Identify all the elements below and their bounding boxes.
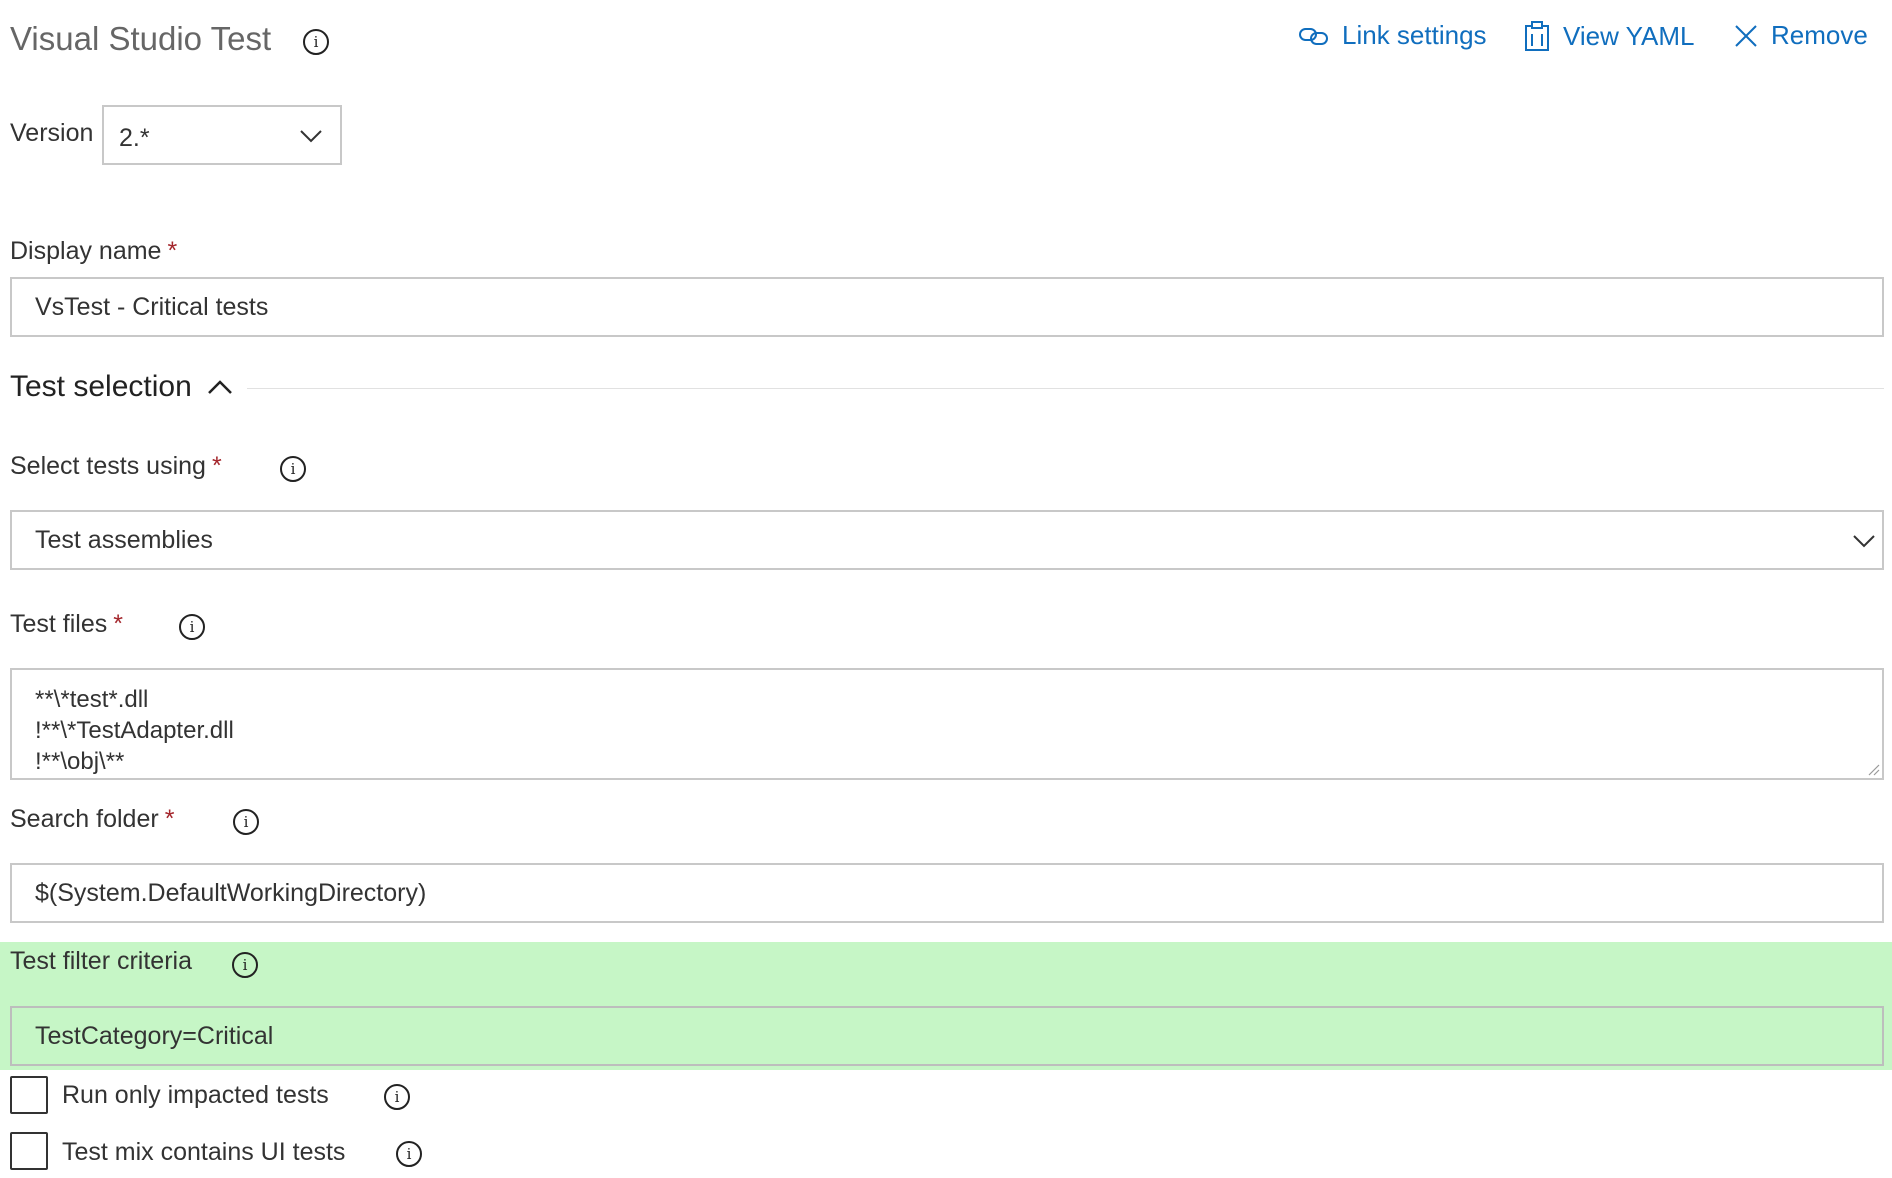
display-name-value: VsTest - Critical tests [35, 293, 269, 321]
select-tests-label-text: Select tests using [10, 452, 206, 480]
test-files-line: !**\obj\** [35, 748, 125, 775]
select-tests-dropdown[interactable]: Test assemblies [10, 510, 1884, 570]
section-title: Test selection [10, 370, 192, 403]
link-settings-button[interactable]: Link settings [1298, 20, 1487, 51]
search-folder-label: Search folder * [10, 805, 174, 834]
test-selection-header[interactable]: Test selection [10, 370, 233, 404]
chevron-up-icon [207, 380, 232, 394]
search-folder-label-text: Search folder [10, 805, 159, 833]
link-settings-label: Link settings [1342, 20, 1487, 50]
link-icon [1299, 27, 1328, 45]
search-folder-value: $(System.DefaultWorkingDirectory) [35, 879, 427, 907]
required-asterisk: * [164, 805, 175, 833]
filter-input[interactable]: TestCategory=Critical [10, 1006, 1884, 1066]
display-name-input[interactable]: VsTest - Critical tests [10, 277, 1884, 337]
title-info-icon[interactable]: i [303, 29, 329, 55]
required-asterisk: * [167, 237, 178, 265]
version-dropdown[interactable]: 2.* [102, 105, 342, 165]
ui-tests-info-icon[interactable]: i [396, 1141, 422, 1167]
run-impacted-info-icon[interactable]: i [384, 1084, 410, 1110]
run-impacted-checkbox[interactable] [10, 1076, 48, 1114]
filter-info-icon[interactable]: i [232, 952, 258, 978]
test-files-label: Test files * [10, 610, 123, 639]
test-files-textarea[interactable]: **\*test*.dll !**\*TestAdapter.dll !**\o… [10, 668, 1884, 780]
remove-label: Remove [1771, 20, 1868, 50]
run-impacted-label[interactable]: Run only impacted tests [62, 1081, 329, 1110]
required-asterisk: * [113, 610, 123, 638]
chevron-down-icon [1853, 535, 1875, 548]
chevron-down-icon [300, 130, 322, 143]
section-divider [247, 388, 1884, 389]
test-files-line: **\*test*.dll [35, 686, 149, 713]
filter-value: TestCategory=Critical [35, 1022, 274, 1050]
search-folder-input[interactable]: $(System.DefaultWorkingDirectory) [10, 863, 1884, 923]
resize-grip-icon[interactable] [1868, 764, 1880, 776]
display-name-label: Display name * [10, 237, 177, 266]
select-tests-label: Select tests using * [10, 452, 222, 481]
test-files-info-icon[interactable]: i [179, 614, 205, 640]
test-files-line: !**\*TestAdapter.dll [35, 717, 234, 744]
clipboard-icon [1525, 21, 1549, 51]
remove-button[interactable]: Remove [1733, 20, 1868, 51]
display-name-label-text: Display name [10, 237, 162, 265]
search-folder-info-icon[interactable]: i [233, 809, 259, 835]
select-tests-value: Test assemblies [35, 526, 213, 554]
view-yaml-button[interactable]: View YAML [1523, 20, 1695, 52]
test-files-label-text: Test files [10, 610, 108, 638]
close-icon [1735, 24, 1757, 47]
filter-label: Test filter criteria [10, 947, 192, 975]
version-label: Version [10, 119, 94, 147]
version-value: 2.* [119, 124, 150, 152]
view-yaml-label: View YAML [1563, 20, 1695, 51]
ui-tests-label[interactable]: Test mix contains UI tests [62, 1138, 345, 1167]
select-tests-info-icon[interactable]: i [280, 456, 306, 482]
page-title: Visual Studio Test [10, 20, 272, 57]
required-asterisk: * [211, 452, 222, 480]
ui-tests-checkbox[interactable] [10, 1132, 48, 1170]
